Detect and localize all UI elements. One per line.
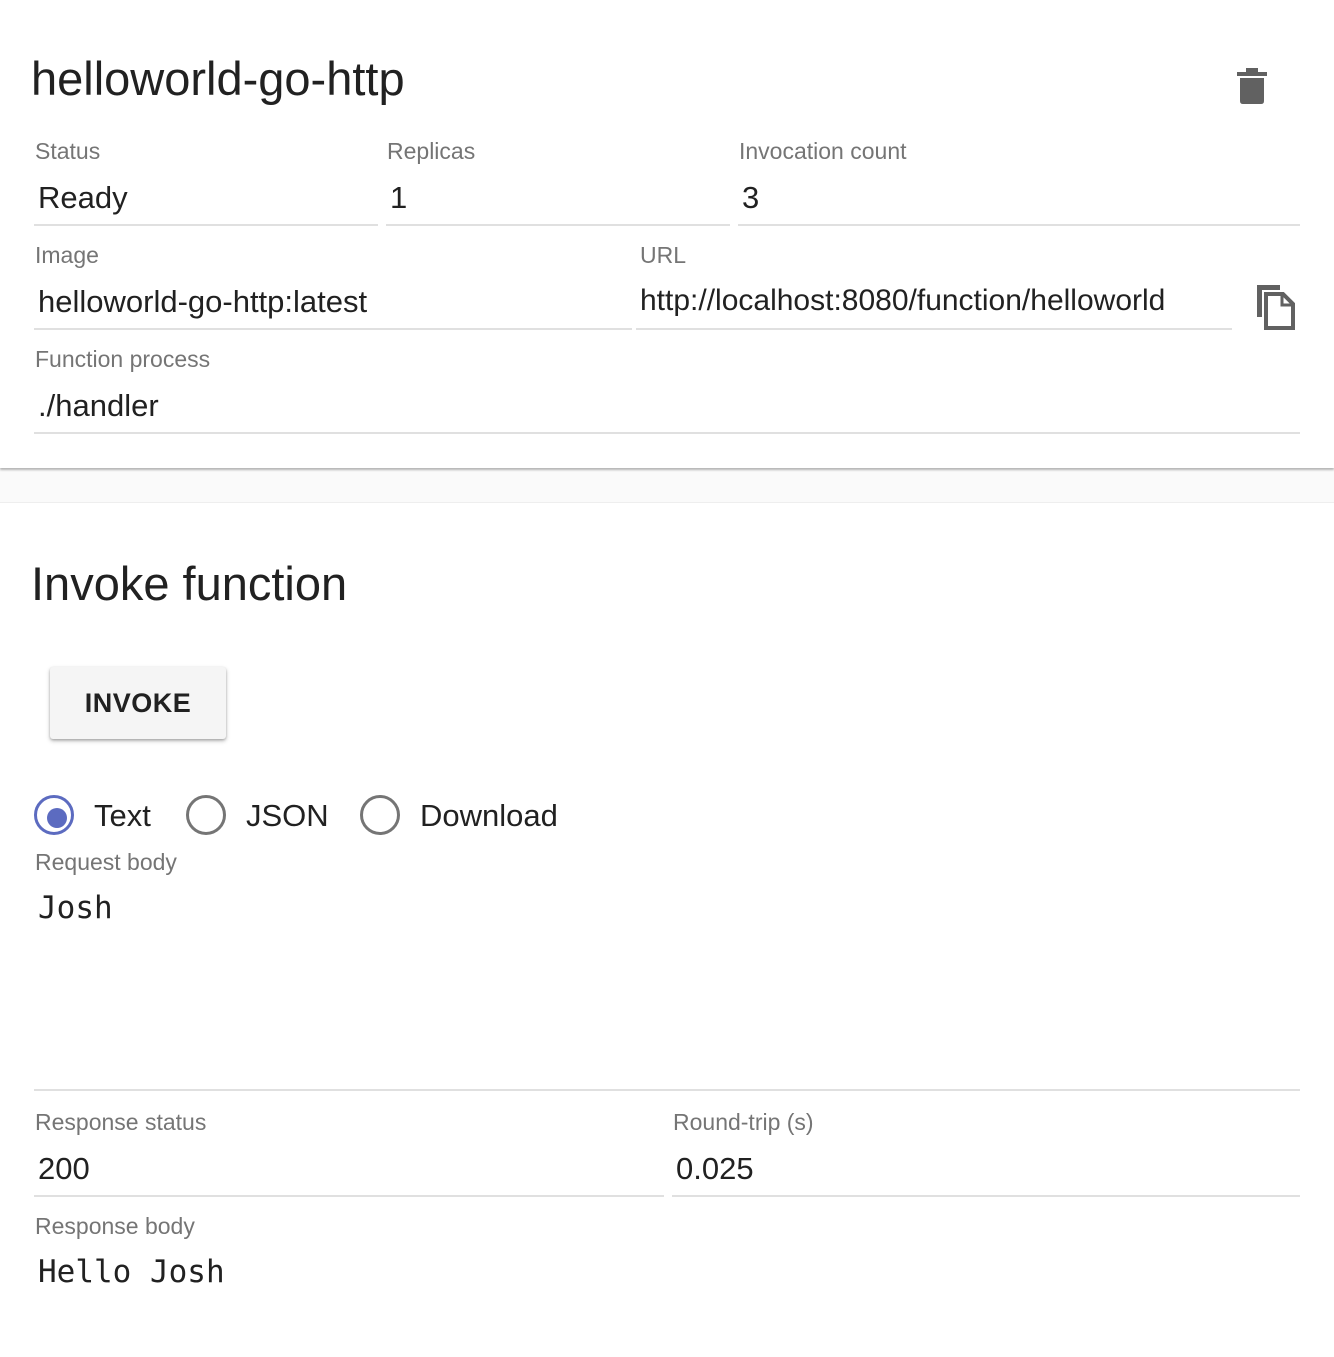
status-underline: [34, 224, 378, 226]
replicas-label: Replicas: [387, 138, 476, 164]
radio-json-label: JSON: [246, 798, 329, 833]
radio-download-label: Download: [420, 798, 558, 833]
response-status-underline: [34, 1195, 664, 1197]
function-process-underline: [34, 432, 1300, 434]
request-body-value[interactable]: Josh: [38, 893, 113, 924]
radio-text-label: Text: [94, 798, 151, 833]
image-underline: [34, 328, 632, 330]
status-label: Status: [35, 138, 101, 164]
request-body-field[interactable]: Request body Josh: [34, 851, 1300, 1093]
round-trip-field: Round-trip (s) 0.025: [672, 1111, 1300, 1199]
radio-json-circle: [186, 795, 226, 835]
invocation-count-label: Invocation count: [739, 138, 907, 164]
radio-text[interactable]: Text: [34, 795, 164, 835]
radio-download-circle: [360, 795, 400, 835]
function-process-value: ./handler: [38, 388, 159, 423]
status-field: Status Ready: [34, 140, 378, 228]
radio-text-circle: [34, 795, 74, 835]
replicas-value: 1: [390, 180, 408, 215]
invocation-count-field: Invocation count 3: [738, 140, 1300, 228]
response-body-value: Hello Josh: [38, 1254, 225, 1290]
url-underline: [636, 328, 1232, 330]
invoke-button[interactable]: INVOKE: [50, 667, 226, 739]
response-status-field: Response status 200: [34, 1111, 664, 1199]
response-status-value: 200: [38, 1151, 90, 1186]
invoke-function-title: Invoke function: [31, 557, 348, 610]
radio-download[interactable]: Download: [360, 795, 570, 835]
request-body-label: Request body: [35, 849, 177, 875]
copy-icon[interactable]: [1254, 282, 1296, 330]
radio-text-dot: [47, 808, 67, 828]
url-value[interactable]: http://localhost:8080/function/helloworl…: [640, 286, 1165, 316]
status-value: Ready: [38, 180, 128, 215]
function-process-label: Function process: [35, 346, 211, 372]
replicas-underline: [386, 224, 730, 226]
image-field: Image helloworld-go-http:latest: [34, 244, 632, 332]
function-name-title: helloworld-go-http: [31, 52, 405, 105]
response-body-field: Response body Hello Josh: [34, 1215, 1300, 1315]
function-details-card: helloworld-go-http Status Ready Replicas…: [0, 0, 1334, 468]
invocation-count-value: 3: [742, 180, 760, 215]
invoke-function-card: Invoke function INVOKE Text JSON Downloa…: [0, 502, 1334, 1357]
url-field: URL http://localhost:8080/function/hello…: [636, 244, 1232, 332]
request-body-underline: [34, 1089, 1300, 1091]
response-body-label: Response body: [35, 1213, 195, 1239]
image-value: helloworld-go-http:latest: [38, 284, 368, 319]
round-trip-value: 0.025: [676, 1151, 754, 1186]
image-label: Image: [35, 242, 99, 268]
invocation-count-underline: [738, 224, 1300, 226]
round-trip-underline: [672, 1195, 1300, 1197]
function-process-field: Function process ./handler: [34, 348, 1300, 436]
response-status-label: Response status: [35, 1109, 207, 1135]
radio-json[interactable]: JSON: [186, 795, 336, 835]
round-trip-label: Round-trip (s): [673, 1109, 814, 1135]
trash-icon[interactable]: [1236, 66, 1268, 106]
replicas-field: Replicas 1: [386, 140, 730, 228]
url-label: URL: [640, 242, 687, 268]
